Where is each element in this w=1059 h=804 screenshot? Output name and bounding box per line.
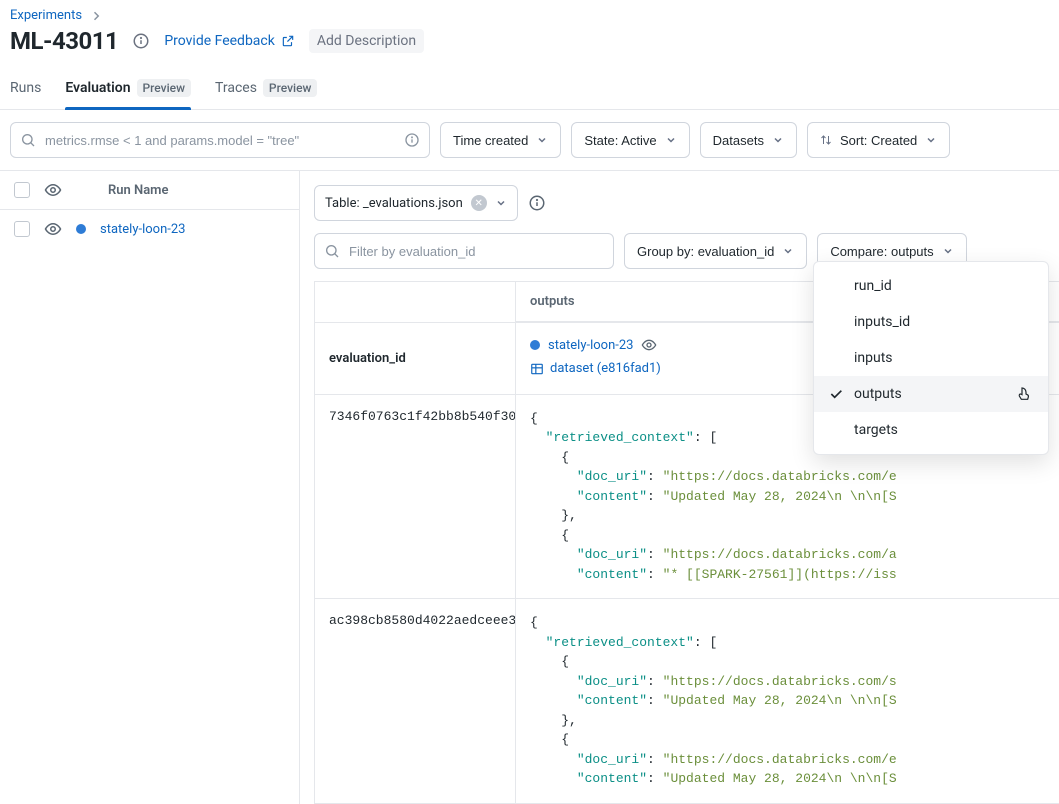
provide-feedback-label: Provide Feedback [164,33,275,49]
right-panel: Table: _evaluations.json ✕ Group by: eva… [300,171,1059,804]
tabs: Runs Evaluation Preview Traces Preview [0,69,1059,110]
tab-traces[interactable]: Traces Preview [215,69,317,109]
run-link[interactable]: stately-loon-23 [100,222,185,237]
dropdown-item-outputs[interactable]: outputs [814,376,1048,412]
right-top-controls: Table: _evaluations.json ✕ [314,185,1059,221]
chevron-down-icon [665,134,677,146]
dropdown-item-targets[interactable]: targets [814,412,1048,448]
column-run-name: Run Name [108,183,168,198]
left-panel: Run Name stately-loon-23 [0,171,300,804]
tab-evaluation-label: Evaluation [65,80,130,96]
breadcrumb-root[interactable]: Experiments [10,8,82,23]
column-evaluation-id: evaluation_id [315,323,515,394]
clear-table-icon[interactable]: ✕ [471,195,487,211]
chevron-down-icon [942,245,954,257]
search-icon [20,132,36,148]
preview-badge: Preview [137,79,192,97]
chevron-right-icon [90,10,102,22]
group-by-label: Group by: evaluation_id [637,244,774,259]
dropdown-item-label: inputs_id [854,314,910,330]
tab-runs[interactable]: Runs [10,69,41,109]
run-color-dot [76,224,86,234]
dataset-link-label: dataset (e816fad1) [550,361,661,376]
sort-icon [820,134,832,146]
table-selector[interactable]: Table: _evaluations.json ✕ [314,185,518,221]
run-checkbox[interactable] [14,221,30,237]
main-layout: Run Name stately-loon-23 Table: _evaluat… [0,170,1059,804]
run-color-dot [530,340,540,350]
table-row[interactable]: ac398cb8580d4022aedceee3{ "retrieved_con… [315,598,1059,803]
output-cell: { "retrieved_context": [ { "doc_uri": "h… [515,599,1059,803]
info-icon[interactable] [132,32,150,50]
dropdown-item-label: inputs [854,350,893,366]
state-label: State: Active [584,133,656,148]
cursor-icon [1016,386,1032,402]
dataset-link[interactable]: dataset (e816fad1) [530,361,661,376]
breadcrumb: Experiments [0,0,1059,27]
chevron-down-icon [782,245,794,257]
external-link-icon [281,34,295,48]
provide-feedback-link[interactable]: Provide Feedback [164,33,295,49]
compare-label: Compare: outputs [830,244,933,259]
column-evaluation-id-spacer [315,282,515,322]
run-row[interactable]: stately-loon-23 [0,210,299,248]
select-all-checkbox[interactable] [14,182,30,198]
compare-dropdown: run_id inputs_idinputs outputs targets [813,261,1049,455]
add-description-button[interactable]: Add Description [309,29,424,53]
visibility-icon[interactable] [641,337,657,353]
preview-badge: Preview [263,79,318,97]
datasets-filter[interactable]: Datasets [700,122,797,158]
sort-button[interactable]: Sort: Created [807,122,950,158]
chevron-down-icon [536,134,548,146]
tab-traces-label: Traces [215,80,257,96]
time-created-filter[interactable]: Time created [440,122,561,158]
visibility-icon[interactable] [44,220,62,238]
dropdown-item-label: outputs [854,386,902,402]
dropdown-item-inputs_id[interactable]: inputs_id [814,304,1048,340]
evaluation-id-cell: ac398cb8580d4022aedceee3 [315,599,515,803]
filter-input[interactable] [314,233,614,269]
filter-wrap [314,233,614,269]
search-icon [324,243,340,259]
chevron-down-icon [772,134,784,146]
dropdown-item-label: run_id [854,278,892,294]
check-icon [828,386,844,402]
title-row: ML-43011 Provide Feedback Add Descriptio… [0,27,1059,69]
info-icon[interactable] [404,132,420,148]
table-selector-label: Table: _evaluations.json [325,196,463,211]
sort-label: Sort: Created [840,133,917,148]
chevron-down-icon [925,134,937,146]
tab-runs-label: Runs [10,80,41,96]
left-panel-header: Run Name [0,171,299,210]
page-title: ML-43011 [10,27,118,55]
evaluation-id-cell: 7346f0763c1f42bb8b540f30a [315,395,515,599]
info-icon[interactable] [528,194,546,212]
group-by-button[interactable]: Group by: evaluation_id [624,233,807,269]
search-input[interactable] [10,122,430,158]
search-wrap [10,122,430,158]
run-link[interactable]: stately-loon-23 [548,338,633,353]
visibility-icon[interactable] [44,181,62,199]
state-filter[interactable]: State: Active [571,122,689,158]
dropdown-item-label: targets [854,422,898,438]
dropdown-item-run_id[interactable]: run_id [814,268,1048,304]
time-created-label: Time created [453,133,528,148]
datasets-label: Datasets [713,133,764,148]
output-json: { "retrieved_context": [ { "doc_uri": "h… [530,613,1045,789]
table-icon [530,362,544,376]
chevron-down-icon [495,197,507,209]
toolbar: Time created State: Active Datasets Sort… [0,110,1059,170]
dropdown-item-inputs[interactable]: inputs [814,340,1048,376]
tab-evaluation[interactable]: Evaluation Preview [65,69,191,109]
